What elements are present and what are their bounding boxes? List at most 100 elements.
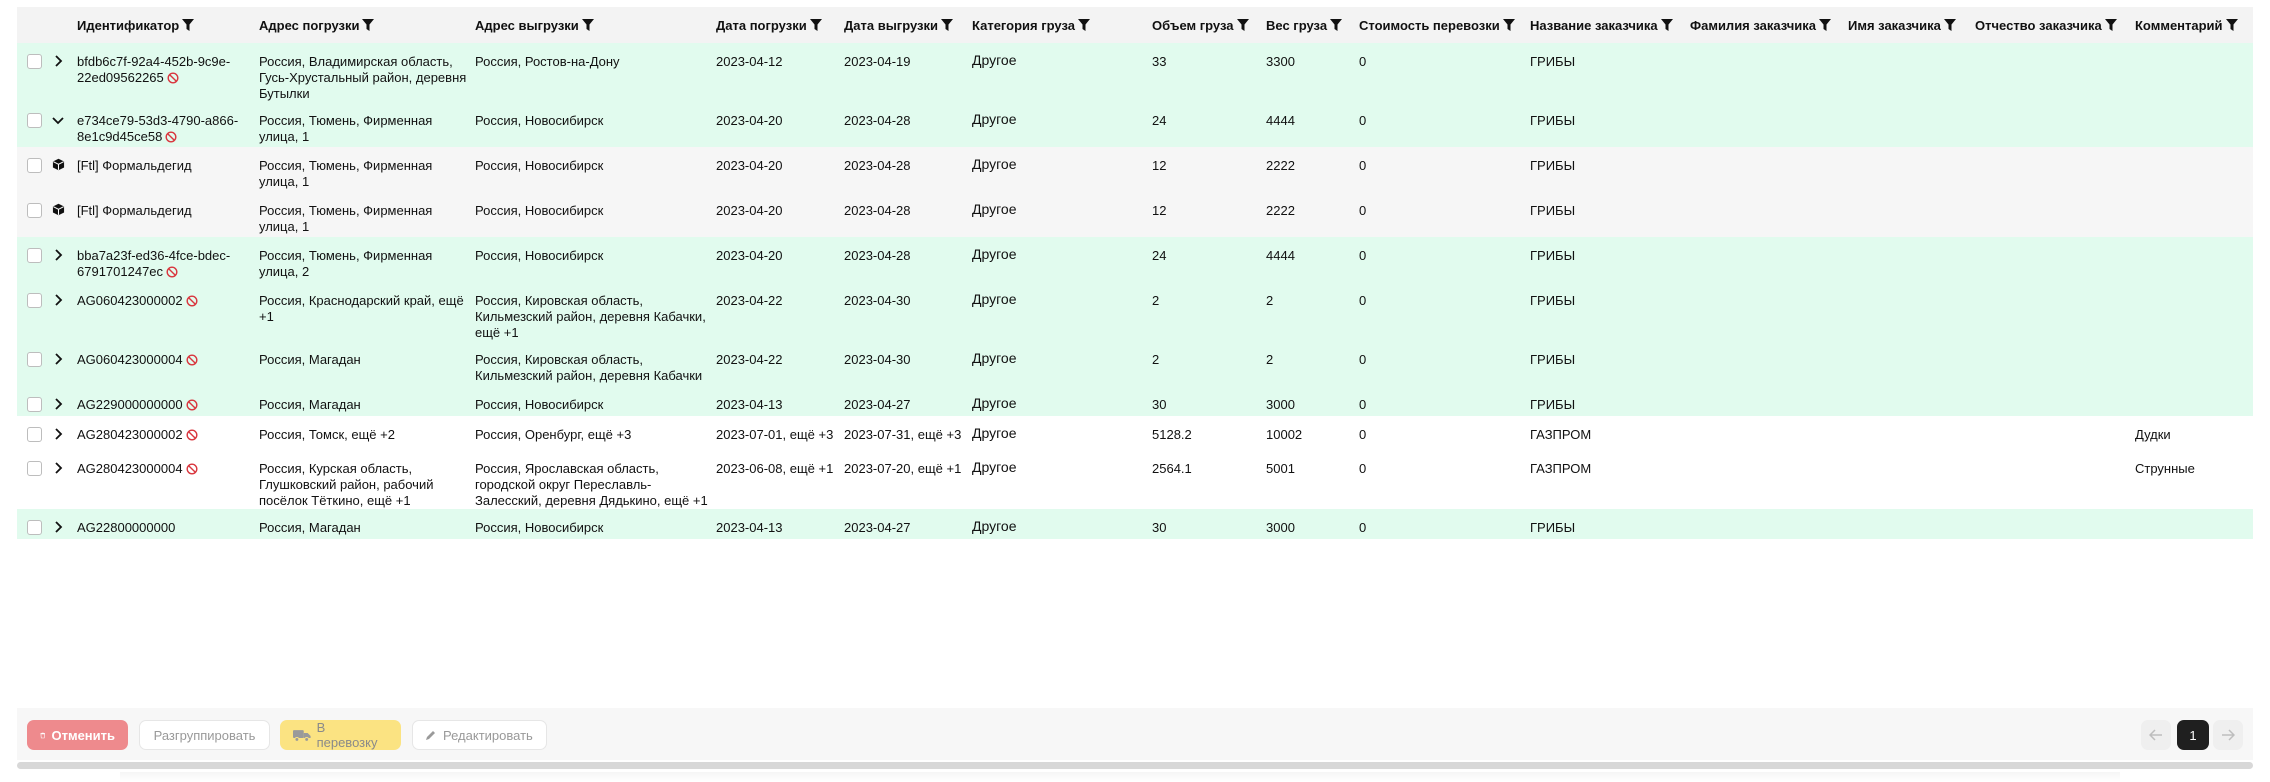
cell-value: Россия, Курская область, Глушковский рай… [259,461,434,508]
cell-load-address: Россия, Краснодарский край, ещё +1 [255,282,471,341]
row-select-cell [17,386,45,416]
table-row[interactable]: AG060423000004 Россия, Магадан Россия, Кир… [17,341,2253,386]
column-header-load-date[interactable]: Дата погрузки [712,7,840,43]
cell-value: Россия, Ростов-на-Дону [475,54,620,69]
table-row[interactable]: e734ce79-53d3-4790-a866-8e1c9d45ce58 Росс… [17,102,2253,147]
column-header-customer-first-name[interactable]: Имя заказчика [1844,7,1971,43]
column-header-customer-middle-name[interactable]: Отчество заказчика [1971,7,2131,43]
filter-icon[interactable] [809,18,822,31]
column-header-cargo-volume[interactable]: Объем груза [1148,7,1262,43]
row-select-cell [17,416,45,450]
row-checkbox[interactable] [27,158,42,173]
cell-value: Россия, Тюмень, Фирменная улица, 1 [259,203,433,234]
cell-cargo-category: Другое [968,450,1148,509]
cell-comment [2131,102,2253,147]
cell-value: ГРИБЫ [1530,54,1576,69]
cell-value: Другое [972,395,1017,411]
filter-icon[interactable] [2225,18,2238,31]
column-header-customer-last-name[interactable]: Фамилия заказчика [1686,7,1844,43]
table-row[interactable]: AG280423000002 Россия, Томск, ещё +2 Росси… [17,416,2253,450]
filter-icon[interactable] [1502,18,1515,31]
column-header-cargo-category[interactable]: Категория груза [968,7,1148,43]
filter-icon[interactable] [941,18,953,31]
table-row[interactable]: [Ftl] Формальдегид Россия, Тюмень, Фирмен… [17,192,2253,237]
filter-icon[interactable] [1819,18,1832,31]
cancel-button[interactable]: Отменить [27,720,128,750]
column-header-identifier[interactable]: Идентификатор [73,7,255,43]
column-header-cargo-weight[interactable]: Вес груза [1262,7,1355,43]
cell-comment: Дудки [2131,416,2253,450]
row-select-cell [17,147,45,192]
filter-icon[interactable] [1943,18,1956,31]
row-checkbox[interactable] [27,113,42,128]
edit-button[interactable]: Редактировать [412,720,547,750]
column-header-label: Отчество заказчика [1975,17,2102,33]
table-body: bfdb6c7f-92a4-452b-9c9e-22ed09562265 Росс… [17,43,2253,539]
row-toggle-cell [45,43,73,102]
row-checkbox[interactable] [27,397,42,412]
row-checkbox[interactable] [27,203,42,218]
cell-value: 5128.2 [1152,427,1192,442]
ungroup-button[interactable]: Разгруппировать [139,720,270,750]
column-header-customer-name[interactable]: Название заказчика [1526,7,1686,43]
filter-icon[interactable] [1236,18,1249,31]
pagination-prev-button[interactable] [2141,720,2171,750]
cell-comment [2131,282,2253,341]
horizontal-scrollbar[interactable] [17,762,2253,769]
cell-value: ГРИБЫ [1530,293,1576,308]
table-row[interactable]: bba7a23f-ed36-4fce-bdec-6791701247ec Росс… [17,237,2253,282]
filter-icon[interactable] [182,18,195,31]
cell-cargo-weight: 2222 [1262,192,1355,237]
row-checkbox[interactable] [27,520,42,535]
filter-icon[interactable] [1660,18,1673,31]
cell-value: ГРИБЫ [1530,520,1576,535]
cell-cargo-weight: 3300 [1262,43,1355,102]
cell-value: Россия, Ярославская область, городской о… [475,461,708,508]
table-row[interactable]: [Ftl] Формальдегид Россия, Тюмень, Фирмен… [17,147,2253,192]
pagination-next-button[interactable] [2213,720,2243,750]
row-checkbox[interactable] [27,461,42,476]
row-select-cell [17,509,45,539]
cell-value: Другое [972,201,1017,217]
cell-customer-last-name [1686,282,1844,341]
column-header-transport-cost[interactable]: Стоимость перевозки [1355,7,1526,43]
table-row[interactable]: AG280423000004 Россия, Курская область, Г… [17,450,2253,509]
filter-icon[interactable] [581,18,594,31]
row-checkbox[interactable] [27,427,42,442]
chevron-right-icon[interactable] [51,397,65,411]
row-checkbox[interactable] [27,352,42,367]
column-header-unload-date[interactable]: Дата выгрузки [840,7,968,43]
column-header-unload-address[interactable]: Адрес выгрузки [471,7,712,43]
chevron-right-icon[interactable] [51,461,65,475]
filter-icon[interactable] [2104,18,2117,31]
filter-icon[interactable] [1078,18,1090,31]
cell-value: Россия, Новосибирск [475,248,604,263]
chevron-right-icon[interactable] [51,520,65,534]
chevron-right-icon[interactable] [51,427,65,441]
row-checkbox[interactable] [27,293,42,308]
to-transport-button[interactable]: В перевозку [280,720,401,750]
cell-value: Россия, Тюмень, Фирменная улица, 2 [259,248,433,279]
table-row[interactable]: bfdb6c7f-92a4-452b-9c9e-22ed09562265 Росс… [17,43,2253,102]
chevron-right-icon[interactable] [51,293,65,307]
edit-button-label: Редактировать [443,727,533,743]
row-checkbox[interactable] [27,248,42,263]
filter-icon[interactable] [1330,18,1343,31]
cell-comment [2131,43,2253,102]
cell-customer-name: ГРИБЫ [1526,386,1686,416]
chevron-right-icon[interactable] [51,352,65,366]
cell-value: 0 [1359,397,1367,412]
row-checkbox[interactable] [27,54,42,69]
cell-load-date: 2023-04-20 [712,237,840,282]
chevron-down-icon[interactable] [51,113,65,127]
table-row[interactable]: AG22800000000 Россия, Магадан Россия, Ново… [17,509,2253,539]
table-row[interactable]: AG229000000000 Россия, Магадан Россия, Нов… [17,386,2253,416]
chevron-right-icon[interactable] [51,248,65,262]
filter-icon[interactable] [362,18,375,31]
column-header-load-address[interactable]: Адрес погрузки [255,7,471,43]
column-header-comment[interactable]: Комментарий [2131,7,2253,43]
chevron-right-icon[interactable] [51,54,65,68]
cell-value: 2 [1152,293,1160,308]
pagination-page-current[interactable]: 1 [2177,720,2209,750]
table-row[interactable]: AG060423000002 Россия, Краснодарский край… [17,282,2253,341]
